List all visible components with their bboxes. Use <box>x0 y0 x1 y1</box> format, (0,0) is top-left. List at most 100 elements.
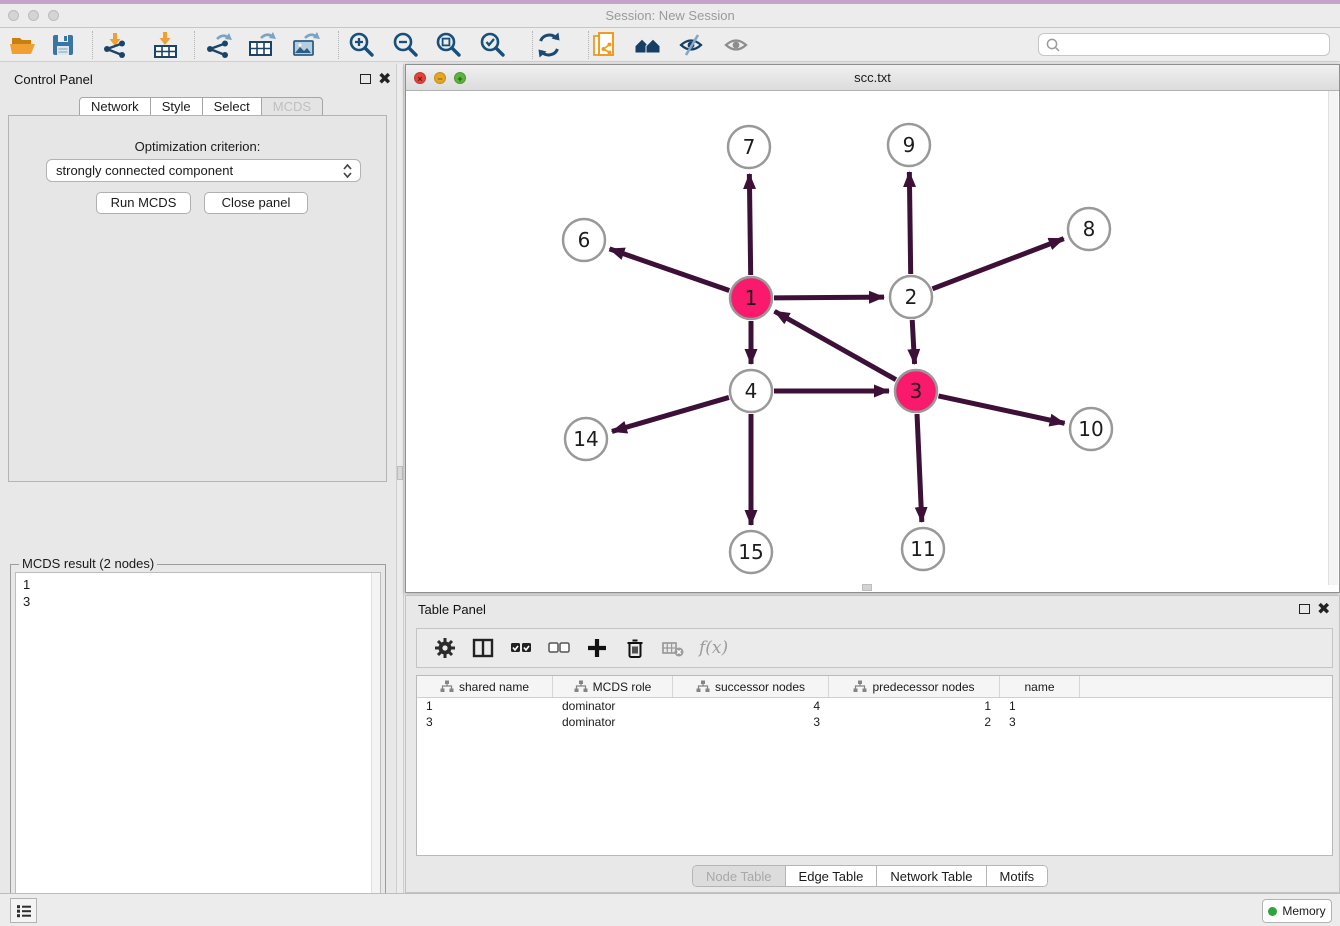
tab-edge-table[interactable]: Edge Table <box>785 866 877 886</box>
tab-mcds[interactable]: MCDS <box>262 97 323 116</box>
graph-edge-3-1[interactable] <box>775 311 896 379</box>
refresh-view-icon[interactable] <box>534 30 564 60</box>
show-columns-icon[interactable] <box>471 636 495 660</box>
network-maximize-button[interactable]: + <box>454 72 466 84</box>
cell-name[interactable]: 3 <box>1000 714 1080 730</box>
graph-edge-3-11[interactable] <box>917 414 922 522</box>
graph-edge-3-10[interactable] <box>938 396 1064 423</box>
graph-node-11[interactable]: 11 <box>902 528 944 570</box>
window-minimize-button[interactable] <box>28 10 39 21</box>
graph-node-10[interactable]: 10 <box>1070 408 1112 450</box>
graph-edge-2-8[interactable] <box>932 239 1063 289</box>
search-input[interactable] <box>1061 37 1329 53</box>
graph-node-6[interactable]: 6 <box>563 219 605 261</box>
column-header-name[interactable]: name <box>1000 676 1080 697</box>
graph-edge-1-2[interactable] <box>774 297 884 298</box>
toolbar-separator <box>92 31 93 59</box>
column-header-predecessor-nodes[interactable]: predecessor nodes <box>829 676 1000 697</box>
network-close-button[interactable]: × <box>414 72 426 84</box>
cell-predecessor-nodes[interactable]: 1 <box>829 698 1000 714</box>
cell-predecessor-nodes[interactable]: 2 <box>829 714 1000 730</box>
export-network-icon[interactable] <box>204 30 234 60</box>
open-session-icon[interactable] <box>8 30 38 60</box>
graph-edge-4-14[interactable] <box>612 397 729 431</box>
run-mcds-button[interactable]: Run MCDS <box>96 192 191 214</box>
zoom-in-icon[interactable] <box>347 30 377 60</box>
cell-MCDS-role[interactable]: dominator <box>553 714 673 730</box>
graph-edge-1-7[interactable] <box>749 174 750 275</box>
window-zoom-button[interactable] <box>48 10 59 21</box>
graph-node-14[interactable]: 14 <box>565 418 607 460</box>
select-all-rows-icon[interactable] <box>509 636 533 660</box>
network-vertical-scrollbar[interactable] <box>1328 91 1338 585</box>
cell-successor-nodes[interactable]: 4 <box>673 698 829 714</box>
show-graphics-details-icon[interactable] <box>722 30 752 60</box>
optimization-select[interactable]: strongly connected component <box>46 159 361 182</box>
import-network-icon[interactable] <box>101 30 131 60</box>
cell-name[interactable]: 1 <box>1000 698 1080 714</box>
graph-node-7[interactable]: 7 <box>728 126 770 168</box>
save-session-icon[interactable] <box>48 30 78 60</box>
result-scrollbar[interactable] <box>371 573 380 926</box>
memory-button[interactable]: Memory <box>1262 899 1332 923</box>
network-canvas[interactable]: 7 9 6 8 1 2 4 3 14 10 15 11 <box>406 91 1339 592</box>
column-header-shared-name[interactable]: shared name <box>417 676 553 697</box>
delete-table-icon[interactable] <box>661 636 685 660</box>
float-panel-icon[interactable] <box>360 74 371 84</box>
deselect-all-rows-icon[interactable] <box>547 636 571 660</box>
graph-node-9[interactable]: 9 <box>888 124 930 166</box>
table-panel: Table Panel ✖ <box>405 595 1340 893</box>
close-panel-button[interactable]: Close panel <box>204 192 308 214</box>
show-panels-button[interactable] <box>10 898 37 923</box>
close-panel-icon[interactable]: ✖ <box>378 74 391 86</box>
cell-MCDS-role[interactable]: dominator <box>553 698 673 714</box>
graph-node-1[interactable]: 1 <box>730 277 772 319</box>
column-header-successor-nodes[interactable]: successor nodes <box>673 676 829 697</box>
export-table-icon[interactable] <box>247 30 277 60</box>
table-row-1[interactable]: 1dominator411 <box>417 698 1332 714</box>
cell-successor-nodes[interactable]: 3 <box>673 714 829 730</box>
splitter-handle[interactable] <box>397 466 403 480</box>
graph-edge-2-9[interactable] <box>909 172 910 274</box>
tab-style[interactable]: Style <box>151 97 203 116</box>
export-image-icon[interactable] <box>291 30 321 60</box>
tab-network-table[interactable]: Network Table <box>876 866 985 886</box>
tab-network[interactable]: Network <box>79 97 151 116</box>
network-horizontal-scroll-handle[interactable] <box>862 584 872 591</box>
table-settings-gear-icon[interactable] <box>433 636 457 660</box>
network-minimize-button[interactable]: − <box>434 72 446 84</box>
table-row-2[interactable]: 3dominator323 <box>417 714 1332 730</box>
graph-node-4[interactable]: 4 <box>730 370 772 412</box>
mcds-result-text[interactable]: 1 3 <box>16 573 380 613</box>
table-float-icon[interactable] <box>1299 604 1310 614</box>
graph-edge-2-3[interactable] <box>912 320 914 364</box>
tab-select[interactable]: Select <box>203 97 262 116</box>
tab-motifs[interactable]: Motifs <box>986 866 1048 886</box>
function-builder-icon[interactable]: f(x) <box>699 638 728 658</box>
cell-shared-name[interactable]: 1 <box>417 698 553 714</box>
window-close-button[interactable] <box>8 10 19 21</box>
zoom-fit-icon[interactable] <box>434 30 464 60</box>
graph-node-15[interactable]: 15 <box>730 531 772 573</box>
network-file-icon[interactable] <box>590 30 620 60</box>
zoom-out-icon[interactable] <box>391 30 421 60</box>
delete-column-trash-icon[interactable] <box>623 636 647 660</box>
graph-node-3[interactable]: 3 <box>895 370 937 412</box>
control-panel: Control Panel ✖ NetworkStyleSelectMCDS O… <box>0 64 396 893</box>
panel-splitter[interactable] <box>396 64 404 893</box>
hide-graphics-details-icon[interactable] <box>677 30 707 60</box>
tab-node-table[interactable]: Node Table <box>693 866 785 886</box>
add-column-icon[interactable] <box>585 636 609 660</box>
graph-node-8[interactable]: 8 <box>1068 208 1110 250</box>
search-field[interactable] <box>1038 33 1330 56</box>
column-header-MCDS-role[interactable]: MCDS role <box>553 676 673 697</box>
zoom-selected-icon[interactable] <box>478 30 508 60</box>
svg-text:15: 15 <box>738 540 763 564</box>
cell-shared-name[interactable]: 3 <box>417 714 553 730</box>
mcds-result-area[interactable]: 1 3 <box>15 572 381 926</box>
import-table-icon[interactable] <box>151 30 181 60</box>
graph-edge-1-6[interactable] <box>610 249 730 291</box>
graph-node-2[interactable]: 2 <box>890 276 932 318</box>
table-close-icon[interactable]: ✖ <box>1317 604 1330 616</box>
home-overview-icon[interactable] <box>633 30 663 60</box>
